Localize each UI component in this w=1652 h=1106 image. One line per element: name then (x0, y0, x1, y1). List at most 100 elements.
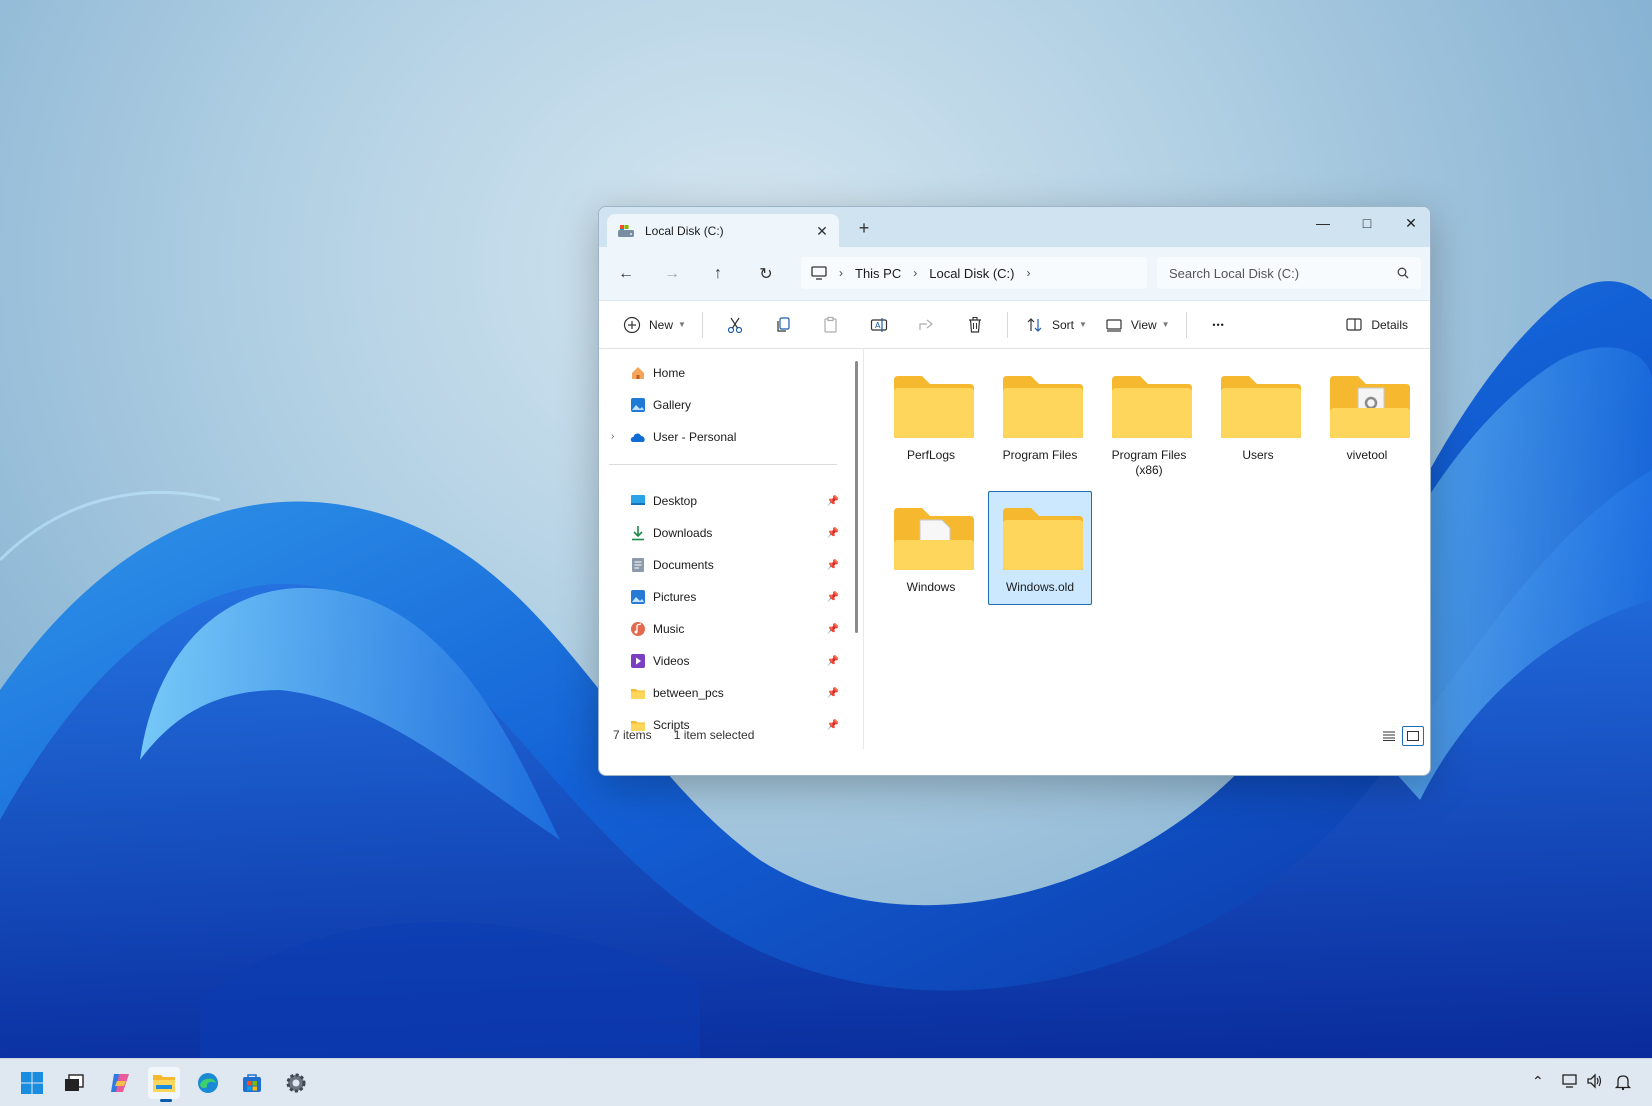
divider (1006, 311, 1008, 338)
tab-local-disk[interactable]: Local Disk (C:) ✕ (607, 214, 839, 247)
divider (1185, 311, 1187, 338)
copy-icon (777, 316, 790, 332)
cut-icon (727, 317, 743, 333)
nav-item-gallery[interactable]: Gallery (629, 391, 839, 419)
folder-with-contents-icon (1330, 376, 1410, 438)
expand-chevron-icon[interactable]: › (611, 431, 614, 442)
show-hidden-icons-button[interactable]: ⌃ (1532, 1073, 1544, 1090)
forward-button[interactable]: → (659, 261, 685, 287)
cut-button[interactable] (711, 309, 759, 341)
file-explorer-taskbar-button[interactable] (148, 1067, 180, 1102)
nav-item-music[interactable]: Music 📌 (629, 615, 839, 643)
folder-tile-windows-old[interactable]: Windows.old (988, 491, 1092, 605)
tab-close-icon[interactable]: ✕ (815, 224, 829, 238)
close-button[interactable]: ✕ (1389, 207, 1430, 239)
title-bar[interactable]: Local Disk (C:) ✕ + — □ ✕ (599, 207, 1430, 247)
settings-button[interactable] (280, 1067, 312, 1099)
nav-item-desktop[interactable]: Desktop 📌 (629, 487, 839, 515)
details-pane-button[interactable]: Details (1335, 309, 1416, 341)
copilot-button[interactable] (104, 1067, 136, 1099)
svg-text:A: A (875, 321, 881, 330)
running-indicator (160, 1099, 172, 1102)
store-button[interactable] (236, 1067, 268, 1099)
folder-icon (1221, 376, 1301, 438)
speaker-icon (1587, 1073, 1602, 1089)
pane-divider[interactable] (863, 349, 864, 749)
home-icon (632, 367, 644, 379)
navigation-pane: Home Gallery › User - Personal Desktop 📌… (599, 349, 858, 749)
search-input[interactable]: Search Local Disk (C:) (1157, 257, 1421, 289)
copy-button[interactable] (759, 309, 807, 341)
new-tab-button[interactable]: + (855, 219, 873, 237)
details-view-button[interactable] (1378, 726, 1400, 746)
maximize-button[interactable]: □ (1345, 207, 1389, 239)
pin-icon[interactable]: 📌 (827, 656, 839, 667)
gear-icon (286, 1073, 306, 1093)
file-list: PerfLogs Program Files Program Files (x8… (869, 349, 1429, 749)
sort-button[interactable]: Sort ▼ (1016, 309, 1095, 341)
edge-button[interactable] (192, 1067, 224, 1099)
folder-tile-windows[interactable]: Windows (879, 491, 983, 605)
pin-icon[interactable]: 📌 (827, 560, 839, 571)
volume-icon[interactable] (1586, 1073, 1604, 1092)
notifications-icon[interactable] (1614, 1073, 1632, 1094)
breadcrumb-separator-icon[interactable]: › (839, 266, 843, 280)
folder-name: Windows.old (1005, 580, 1075, 594)
nav-label-music: Music (653, 622, 685, 636)
nav-label-videos: Videos (653, 654, 690, 668)
nav-item-home[interactable]: Home (629, 359, 839, 387)
nav-scrollbar[interactable] (855, 361, 858, 633)
details-label: Details (1371, 318, 1408, 332)
folder-icon (894, 376, 974, 438)
new-button[interactable]: New ▼ (613, 309, 694, 341)
breadcrumb-separator-icon[interactable]: › (913, 266, 917, 280)
status-bar: 7 items 1 item selected (599, 721, 1430, 749)
start-button[interactable] (16, 1067, 48, 1099)
pin-icon[interactable]: 📌 (827, 624, 839, 635)
gallery-icon (631, 398, 645, 412)
nav-label-home: Home (653, 366, 686, 380)
refresh-button[interactable]: ↻ (753, 261, 779, 287)
folder-tile-users[interactable]: Users (1206, 359, 1310, 473)
search-icon (1397, 267, 1409, 279)
downloads-icon (632, 526, 644, 541)
folder-tile-program-files[interactable]: Program Files (988, 359, 1092, 473)
pin-icon[interactable]: 📌 (827, 528, 839, 539)
breadcrumb-local-disk[interactable]: Local Disk (C:) (929, 266, 1014, 281)
pin-icon[interactable]: 📌 (827, 592, 839, 603)
breadcrumb-this-pc[interactable]: This PC (855, 266, 901, 281)
folder-name: Program Files (1002, 448, 1078, 462)
folder-tile-program-files-x86[interactable]: Program Files (x86) (1097, 359, 1201, 477)
selection-count: 1 item selected (673, 728, 755, 742)
share-button[interactable] (903, 309, 951, 341)
large-icons-view-button[interactable] (1402, 726, 1424, 746)
pin-icon[interactable]: 📌 (827, 688, 839, 699)
address-bar[interactable]: › This PC › Local Disk (C:) › (801, 257, 1147, 289)
drive-icon (618, 224, 634, 237)
up-button[interactable]: ↑ (705, 261, 731, 287)
nav-label-onedrive: User - Personal (653, 430, 737, 444)
folder-tile-vivetool[interactable]: vivetool (1315, 359, 1419, 473)
rename-button[interactable]: A (855, 309, 903, 341)
nav-item-pictures[interactable]: Pictures 📌 (629, 583, 839, 611)
nav-item-onedrive[interactable]: User - Personal (629, 423, 839, 451)
nav-item-documents[interactable]: Documents 📌 (629, 551, 839, 579)
nav-item-between-pcs[interactable]: between_pcs 📌 (629, 679, 839, 707)
edge-icon (198, 1073, 218, 1093)
pin-icon[interactable]: 📌 (827, 496, 839, 507)
view-icon (1106, 318, 1122, 332)
back-button[interactable]: ← (613, 261, 639, 287)
more-options-button[interactable]: ••• (1195, 309, 1243, 341)
paste-button[interactable] (807, 309, 855, 341)
bell-icon (1614, 1075, 1632, 1091)
nav-item-downloads[interactable]: Downloads 📌 (629, 519, 839, 547)
nav-item-videos[interactable]: Videos 📌 (629, 647, 839, 675)
file-explorer-icon (153, 1075, 175, 1092)
minimize-button[interactable]: — (1301, 207, 1345, 239)
view-button[interactable]: View ▼ (1095, 309, 1178, 341)
folder-tile-perflogs[interactable]: PerfLogs (879, 359, 983, 473)
task-view-button[interactable] (58, 1067, 90, 1099)
delete-button[interactable] (951, 309, 999, 341)
breadcrumb-separator-icon[interactable]: › (1026, 266, 1030, 280)
network-icon[interactable] (1562, 1073, 1580, 1092)
